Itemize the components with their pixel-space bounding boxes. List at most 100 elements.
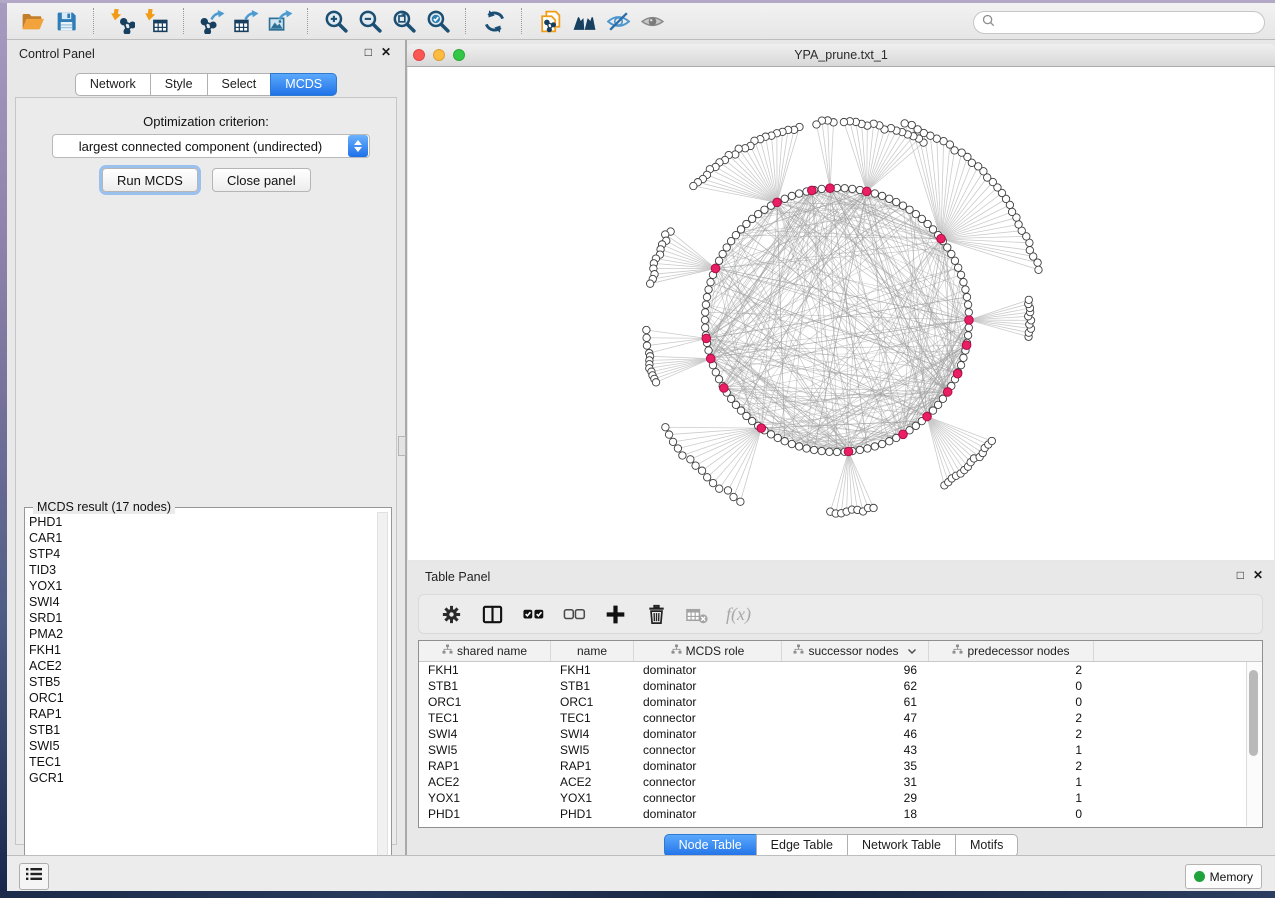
network-canvas[interactable] — [408, 67, 1274, 560]
table-row[interactable]: STB1STB1dominator620 — [419, 678, 1262, 694]
column-header-name[interactable]: name — [551, 641, 634, 661]
mcds-result-item[interactable]: TEC1 — [29, 754, 375, 770]
hide-selected-icon[interactable] — [601, 6, 635, 36]
tab-network[interactable]: Network — [75, 73, 151, 96]
cell-successor-nodes[interactable]: 18 — [782, 807, 929, 821]
cell-successor-nodes[interactable]: 62 — [782, 679, 929, 693]
mcds-result-item[interactable]: SWI4 — [29, 594, 375, 610]
mcds-result-item[interactable]: SRD1 — [29, 610, 375, 626]
cell-name[interactable]: FKH1 — [551, 663, 634, 677]
split-panel-icon[interactable] — [474, 598, 511, 630]
show-all-icon[interactable] — [635, 6, 669, 36]
cell-successor-nodes[interactable]: 61 — [782, 695, 929, 709]
cell-successor-nodes[interactable]: 43 — [782, 743, 929, 757]
cell-name[interactable]: STB1 — [551, 679, 634, 693]
network-graph[interactable] — [408, 67, 1274, 560]
cell-MCDS-role[interactable]: dominator — [634, 679, 782, 693]
cell-name[interactable]: ORC1 — [551, 695, 634, 709]
cell-name[interactable]: ACE2 — [551, 775, 634, 789]
cell-shared-name[interactable]: STB1 — [419, 679, 551, 693]
zoom-in-icon[interactable] — [319, 6, 353, 36]
table-row[interactable]: PHD1PHD1dominator180 — [419, 806, 1262, 822]
cell-MCDS-role[interactable]: connector — [634, 775, 782, 789]
mcds-result-item[interactable]: STP4 — [29, 546, 375, 562]
table-scrollbar-thumb[interactable] — [1249, 670, 1258, 756]
mcds-result-item[interactable]: STB5 — [29, 674, 375, 690]
cell-shared-name[interactable]: PHD1 — [419, 807, 551, 821]
mcds-result-item[interactable]: GCR1 — [29, 770, 375, 786]
zoom-selected-icon[interactable] — [421, 6, 455, 36]
table-row[interactable]: SWI5SWI5connector431 — [419, 742, 1262, 758]
tab-edge-table[interactable]: Edge Table — [756, 834, 848, 857]
search-box[interactable] — [973, 11, 1265, 34]
float-window-icon[interactable]: □ — [365, 46, 372, 58]
duplicate-network-icon[interactable] — [533, 6, 567, 36]
cell-shared-name[interactable]: ACE2 — [419, 775, 551, 789]
cell-successor-nodes[interactable]: 96 — [782, 663, 929, 677]
cell-name[interactable]: RAP1 — [551, 759, 634, 773]
delete-column-icon[interactable] — [638, 598, 675, 630]
save-session-icon[interactable] — [49, 6, 83, 36]
mcds-result-item[interactable]: ACE2 — [29, 658, 375, 674]
mcds-result-item[interactable]: PHD1 — [29, 514, 375, 530]
cell-shared-name[interactable]: SWI5 — [419, 743, 551, 757]
first-neighbors-icon[interactable] — [567, 6, 601, 36]
cell-predecessor-nodes[interactable]: 1 — [929, 743, 1094, 757]
select-all-icon[interactable] — [515, 598, 552, 630]
deselect-all-icon[interactable] — [556, 598, 593, 630]
cell-name[interactable]: YOX1 — [551, 791, 634, 805]
cell-shared-name[interactable]: ORC1 — [419, 695, 551, 709]
cell-successor-nodes[interactable]: 29 — [782, 791, 929, 805]
cell-predecessor-nodes[interactable]: 0 — [929, 695, 1094, 709]
cell-predecessor-nodes[interactable]: 2 — [929, 727, 1094, 741]
column-header-successor-nodes[interactable]: successor nodes — [782, 641, 929, 661]
cell-MCDS-role[interactable]: dominator — [634, 727, 782, 741]
cell-MCDS-role[interactable]: connector — [634, 711, 782, 725]
cell-shared-name[interactable]: SWI4 — [419, 727, 551, 741]
cell-name[interactable]: SWI4 — [551, 727, 634, 741]
table-scrollbar[interactable] — [1246, 662, 1261, 826]
memory-button[interactable]: Memory — [1185, 864, 1262, 889]
mcds-result-item[interactable]: FKH1 — [29, 642, 375, 658]
export-image-icon[interactable] — [263, 6, 297, 36]
cell-MCDS-role[interactable]: connector — [634, 791, 782, 805]
tab-network-table[interactable]: Network Table — [847, 834, 956, 857]
table-row[interactable]: TEC1TEC1connector472 — [419, 710, 1262, 726]
close-panel-button[interactable]: Close panel — [212, 168, 311, 192]
table-row[interactable]: RAP1RAP1dominator352 — [419, 758, 1262, 774]
export-table-icon[interactable] — [229, 6, 263, 36]
cell-successor-nodes[interactable]: 46 — [782, 727, 929, 741]
cell-MCDS-role[interactable]: dominator — [634, 663, 782, 677]
table-row[interactable]: YOX1YOX1connector291 — [419, 790, 1262, 806]
zoom-out-icon[interactable] — [353, 6, 387, 36]
open-file-icon[interactable] — [15, 6, 49, 36]
cell-MCDS-role[interactable]: dominator — [634, 807, 782, 821]
mcds-result-item[interactable]: RAP1 — [29, 706, 375, 722]
mcds-result-item[interactable]: SWI5 — [29, 738, 375, 754]
cell-name[interactable]: PHD1 — [551, 807, 634, 821]
add-column-icon[interactable] — [597, 598, 634, 630]
float-window-icon[interactable]: □ — [1237, 569, 1244, 581]
column-header-predecessor-nodes[interactable]: predecessor nodes — [929, 641, 1094, 661]
import-network-icon[interactable] — [105, 6, 139, 36]
refresh-icon[interactable] — [477, 6, 511, 36]
run-mcds-button[interactable]: Run MCDS — [102, 168, 198, 192]
mcds-result-item[interactable]: ORC1 — [29, 690, 375, 706]
mcds-result-item[interactable]: PMA2 — [29, 626, 375, 642]
cell-predecessor-nodes[interactable]: 2 — [929, 663, 1094, 677]
tab-mcds[interactable]: MCDS — [270, 73, 337, 96]
mcds-result-item[interactable]: STB1 — [29, 722, 375, 738]
cell-successor-nodes[interactable]: 31 — [782, 775, 929, 789]
mcds-list-scrollbar[interactable] — [377, 512, 388, 878]
tab-style[interactable]: Style — [150, 73, 208, 96]
cell-MCDS-role[interactable]: dominator — [634, 759, 782, 773]
cell-shared-name[interactable]: YOX1 — [419, 791, 551, 805]
tab-motifs[interactable]: Motifs — [955, 834, 1018, 857]
table-row[interactable]: ORC1ORC1dominator610 — [419, 694, 1262, 710]
close-panel-icon[interactable]: ✕ — [381, 46, 391, 58]
column-header-MCDS-role[interactable]: MCDS role — [634, 641, 782, 661]
cell-predecessor-nodes[interactable]: 0 — [929, 807, 1094, 821]
tab-node-table[interactable]: Node Table — [664, 834, 757, 857]
column-header-shared-name[interactable]: shared name — [419, 641, 551, 661]
network-window-titlebar[interactable]: YPA_prune.txt_1 — [407, 44, 1275, 67]
